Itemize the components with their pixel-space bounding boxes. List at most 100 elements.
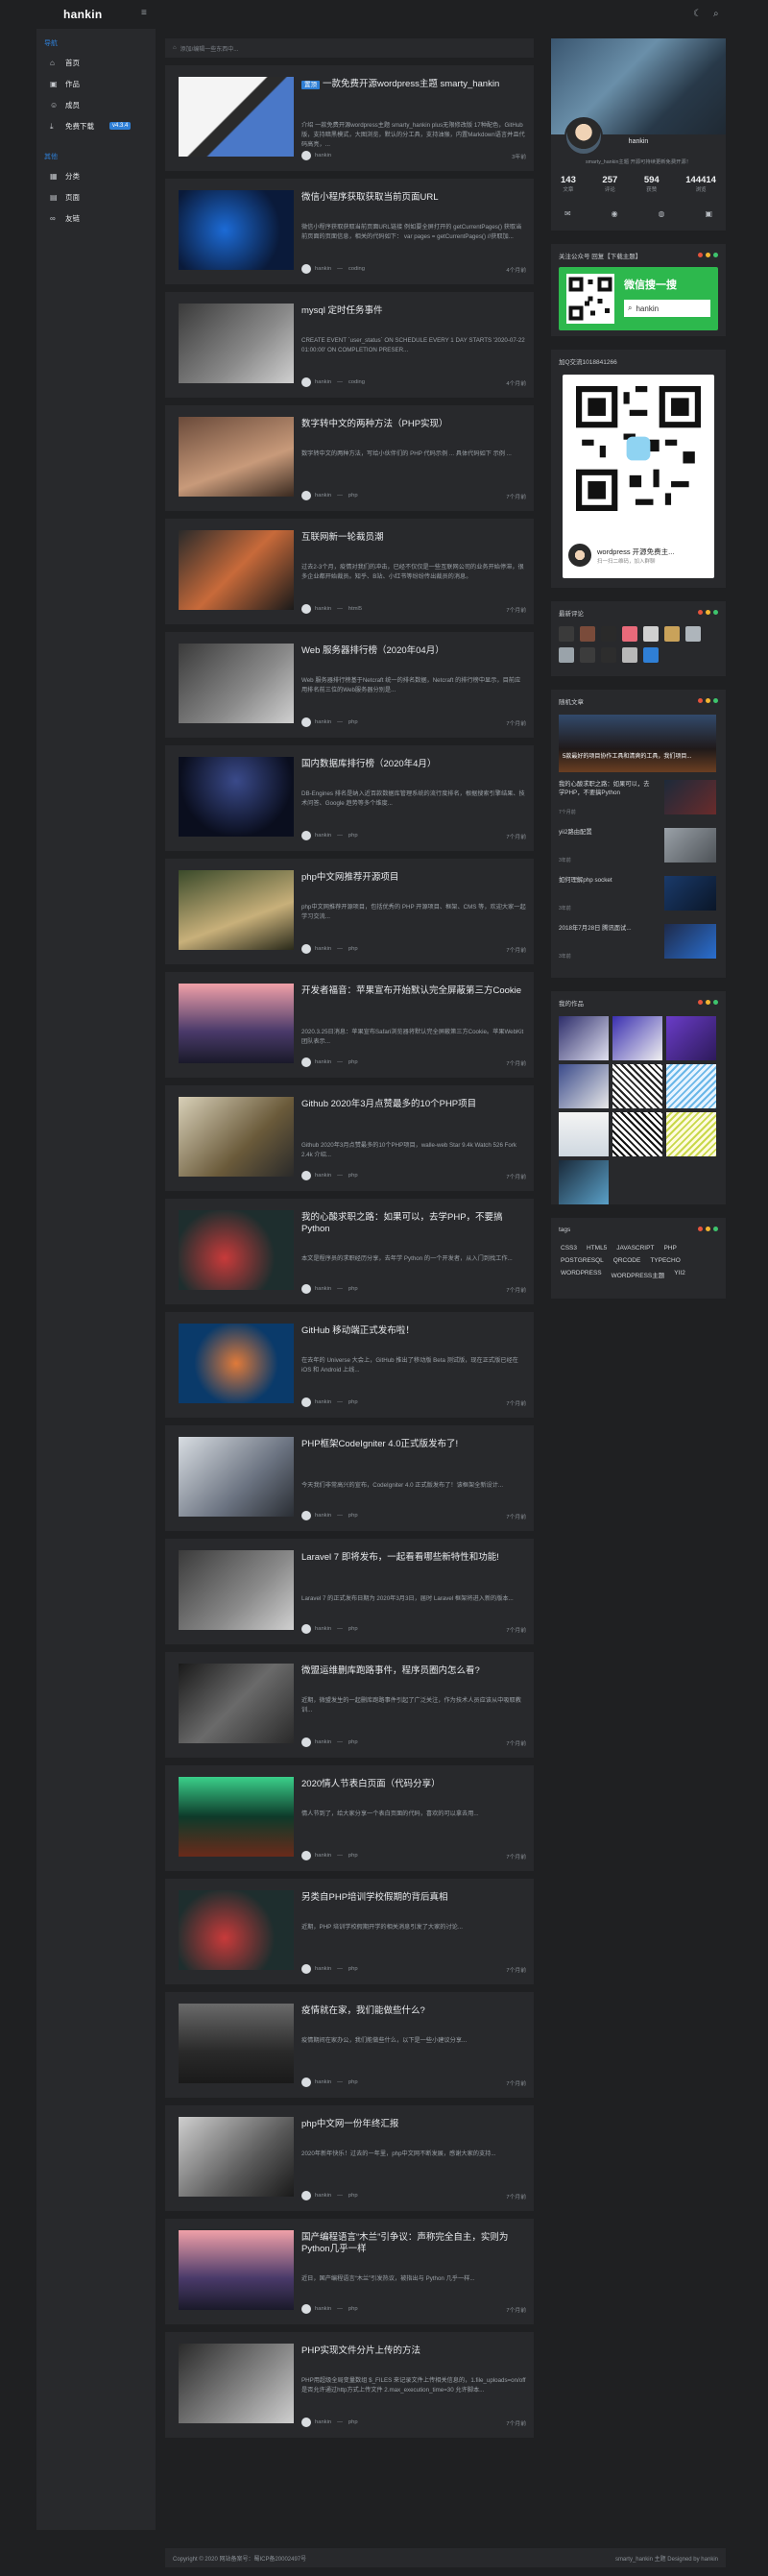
post-title-text[interactable]: 微盟运维删库跑路事件，程序员圈内怎么看?	[301, 1665, 480, 1676]
post-card[interactable]: 开发者福音：苹果宣布开始默认完全屏蔽第三方Cookie 2020.3.25日消息：…	[165, 972, 534, 1078]
post-title-text[interactable]: 微信小程序获取获取当前页面URL	[301, 192, 439, 203]
home-icon[interactable]: ⌂	[173, 45, 177, 51]
post-card[interactable]: PHP框架CodeIgniter 4.0正式版发布了! 今天我们非常高兴的宣布，C…	[165, 1425, 534, 1531]
avatar[interactable]	[664, 626, 680, 642]
post-title-text[interactable]: 2020情人节表白页面（代码分享）	[301, 1779, 441, 1789]
post-thumbnail[interactable]	[179, 984, 294, 1063]
tag-link[interactable]: CSS3	[561, 1245, 577, 1252]
post-author[interactable]: hankin	[315, 153, 331, 158]
post-category[interactable]: php	[348, 719, 358, 725]
avatar[interactable]	[622, 626, 637, 642]
tag-link[interactable]: QRCODE	[613, 1257, 641, 1264]
list-item[interactable]: yii2路由配置 3年前	[559, 828, 716, 866]
post-author[interactable]: hankin	[315, 1059, 331, 1065]
post-title-text[interactable]: Laravel 7 即将发布，一起看看哪些新特性和功能!	[301, 1552, 499, 1563]
work-thumbnail[interactable]	[559, 1064, 609, 1108]
post-title-text[interactable]: 另类自PHP培训学校假期的背后真相	[301, 1892, 448, 1903]
post-card[interactable]: php中文网一份年终汇报 2020年新年快乐！过去的一年里，php中文网不断发展，…	[165, 2105, 534, 2211]
post-category[interactable]: php	[348, 946, 358, 952]
sidebar-item-links[interactable]: ∞ 友链	[36, 207, 156, 229]
post-category[interactable]: php	[348, 2079, 358, 2085]
sidebar-item-members[interactable]: ☺ 成员	[36, 94, 156, 115]
tag-link[interactable]: HTML5	[587, 1245, 607, 1252]
work-thumbnail[interactable]	[612, 1112, 662, 1156]
footer-copyright[interactable]: Copyright © 2020 网站备案号：蜀ICP备20002497号	[173, 2554, 306, 2563]
post-card[interactable]: Web 服务器排行榜（2020年04月） Web 服务器排行榜基于Netcraft…	[165, 632, 534, 738]
post-thumbnail[interactable]	[179, 417, 294, 497]
post-title-text[interactable]: 一款免费开源wordpress主题 smarty_hankin	[323, 79, 499, 89]
list-item[interactable]: 2018年7月28日 腾讯面试... 3年前	[559, 924, 716, 962]
post-thumbnail[interactable]	[179, 2004, 294, 2083]
post-title[interactable]: Laravel 7 即将发布，一起看看哪些新特性和功能!	[301, 1552, 526, 1564]
avatar[interactable]	[559, 647, 574, 663]
post-thumbnail[interactable]	[179, 1324, 294, 1403]
post-category[interactable]: php	[348, 1173, 358, 1179]
post-author[interactable]: hankin	[315, 1173, 331, 1179]
post-category[interactable]: php	[348, 2306, 358, 2312]
post-card[interactable]: 互联网新一轮裁员潮 过去2-3个月，疫情对我们的冲击，已经不仅仅是一些互联网公司的…	[165, 519, 534, 624]
post-title-text[interactable]: 开发者福音：苹果宣布开始默认完全屏蔽第三方Cookie	[301, 985, 521, 996]
avatar[interactable]	[559, 626, 574, 642]
post-author[interactable]: hankin	[315, 1399, 331, 1405]
sidebar-item-home[interactable]: ⌂ 首页	[36, 52, 156, 73]
post-author[interactable]: hankin	[315, 1966, 331, 1972]
post-title[interactable]: 国产编程语言“木兰”引争议：声称完全自主，实则为Python几乎一样	[301, 2232, 526, 2255]
post-thumbnail[interactable]	[179, 1777, 294, 1857]
post-author[interactable]: hankin	[315, 833, 331, 838]
post-thumbnail[interactable]	[179, 190, 294, 270]
qq-group-qrcode[interactable]: wordpress 开源免费主... 扫一扫二维码，加入群聊	[563, 375, 714, 578]
list-item[interactable]: 如何理解php socket 3年前	[559, 876, 716, 914]
post-author[interactable]: hankin	[315, 1286, 331, 1292]
post-title[interactable]: php中文网推荐开源项目	[301, 872, 526, 884]
wechat-search-banner[interactable]: 微信搜一搜 ⌕ hankin	[559, 267, 718, 330]
post-card[interactable]: 疫情就在家，我们能做些什么? 疫情期间在家办公，我们能做些什么，以下是一些小建议分…	[165, 1992, 534, 2098]
tag-link[interactable]: WORDPRESS	[561, 1270, 602, 1279]
post-title[interactable]: mysql 定时任务事件	[301, 305, 526, 317]
post-thumbnail[interactable]	[179, 1550, 294, 1630]
post-author[interactable]: hankin	[315, 1626, 331, 1632]
post-title[interactable]: 2020情人节表白页面（代码分享）	[301, 1779, 526, 1790]
post-title[interactable]: 另类自PHP培训学校假期的背后真相	[301, 1892, 526, 1904]
post-title-text[interactable]: PHP实现文件分片上传的方法	[301, 2345, 420, 2356]
post-title-text[interactable]: 疫情就在家，我们能做些什么?	[301, 2005, 425, 2016]
post-author[interactable]: hankin	[315, 2419, 331, 2425]
post-card[interactable]: 2020情人节表白页面（代码分享） 情人节到了，给大家分享一个表白页面的代码，喜欢…	[165, 1765, 534, 1871]
post-category[interactable]: php	[348, 2193, 358, 2199]
post-author[interactable]: hankin	[315, 1513, 331, 1519]
post-title-text[interactable]: Web 服务器排行榜（2020年04月）	[301, 645, 444, 656]
tag-link[interactable]: PHP	[663, 1245, 676, 1252]
post-category[interactable]: coding	[348, 266, 365, 272]
post-author[interactable]: hankin	[315, 606, 331, 612]
post-category[interactable]: php	[348, 1739, 358, 1745]
post-author[interactable]: hankin	[315, 2079, 331, 2085]
post-category[interactable]: php	[348, 1059, 358, 1065]
work-thumbnail[interactable]	[666, 1064, 716, 1108]
post-title-text[interactable]: php中文网推荐开源项目	[301, 872, 398, 883]
post-card[interactable]: PHP实现文件分片上传的方法 PHP用超级全局变量数组 $_FILES 来记录文件…	[165, 2332, 534, 2438]
post-category[interactable]: php	[348, 1966, 358, 1972]
github-icon[interactable]: ◉	[612, 209, 618, 218]
avatar[interactable]	[564, 117, 603, 156]
post-author[interactable]: hankin	[315, 1853, 331, 1859]
work-thumbnail[interactable]	[666, 1112, 716, 1156]
post-category[interactable]: php	[348, 493, 358, 498]
post-thumbnail[interactable]	[179, 1664, 294, 1743]
avatar[interactable]	[643, 626, 659, 642]
post-category[interactable]: php	[348, 1399, 358, 1405]
post-category[interactable]: php	[348, 1513, 358, 1519]
post-title[interactable]: 互联网新一轮裁员潮	[301, 532, 526, 544]
post-title-text[interactable]: Github 2020年3月点赞最多的10个PHP项目	[301, 1099, 476, 1109]
post-category[interactable]: php	[348, 1626, 358, 1632]
post-card[interactable]: Github 2020年3月点赞最多的10个PHP项目 Github 2020年3…	[165, 1085, 534, 1191]
post-title-text[interactable]: 国产编程语言“木兰”引争议：声称完全自主，实则为Python几乎一样	[301, 2232, 508, 2254]
post-author[interactable]: hankin	[315, 2306, 331, 2312]
sidebar-item-pages[interactable]: ▤ 页面	[36, 186, 156, 207]
avatar[interactable]	[601, 626, 616, 642]
post-author[interactable]: hankin	[315, 719, 331, 725]
post-title[interactable]: GitHub 移动端正式发布啦！	[301, 1325, 526, 1337]
tag-link[interactable]: YII2	[674, 1270, 685, 1279]
post-title[interactable]: 置顶 一款免费开源wordpress主题 smarty_hankin	[301, 79, 526, 91]
post-card[interactable]: mysql 定时任务事件 CREATE EVENT `user_status` O…	[165, 292, 534, 398]
post-category[interactable]: php	[348, 1853, 358, 1859]
tag-link[interactable]: POSTGRESQL	[561, 1257, 604, 1264]
